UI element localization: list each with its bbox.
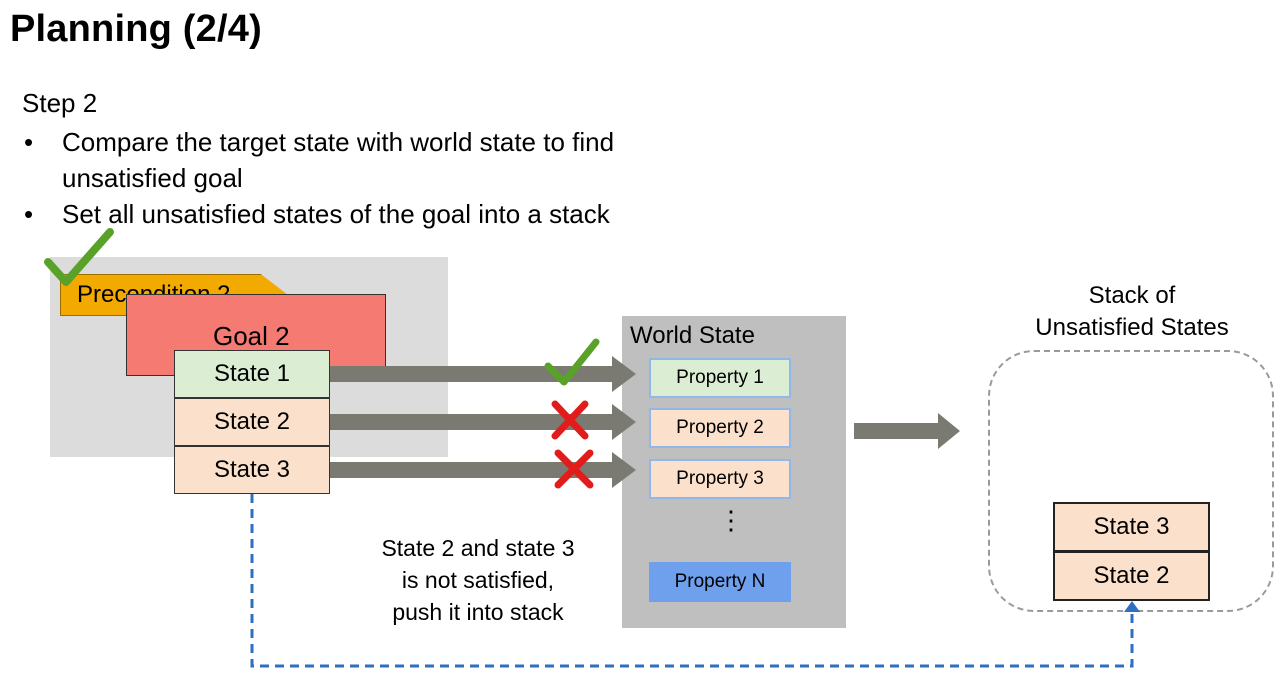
check-icon — [44, 228, 114, 286]
arrow-icon — [854, 413, 960, 449]
dashed-link — [250, 494, 1134, 668]
arrow-icon — [330, 404, 636, 440]
connector-overlay — [44, 228, 1140, 668]
arrow-icon — [330, 356, 636, 392]
link-arrowhead — [1124, 601, 1140, 612]
